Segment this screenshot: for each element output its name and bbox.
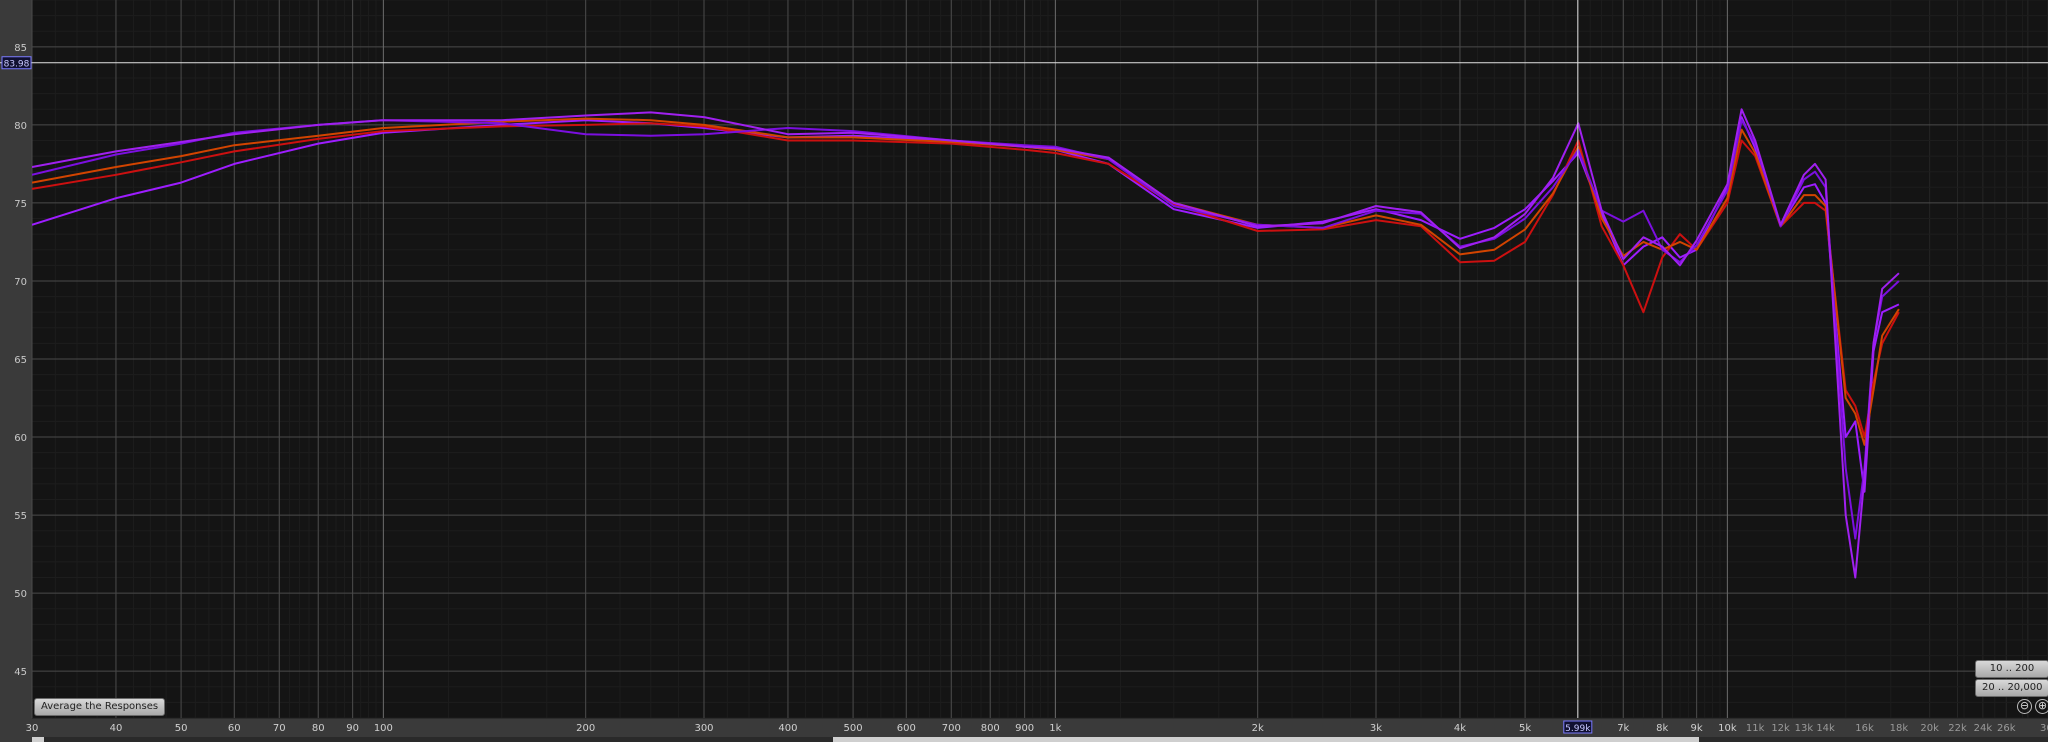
x-tick-label: 18k [1890, 723, 1909, 734]
x-tick-label: 600 [897, 723, 916, 734]
x-tick-label: 300 [694, 723, 713, 734]
x-tick-label: 100 [374, 723, 393, 734]
x-tick-label: 700 [942, 723, 961, 734]
x-tick-label: 9k [1691, 723, 1703, 734]
range-10-200-button[interactable]: 10 .. 200 [1975, 660, 2048, 678]
x-tick-label: 50 [175, 723, 188, 734]
horizontal-scrollbar-thumb[interactable] [833, 737, 1699, 742]
x-tick-label: 70 [273, 723, 286, 734]
x-tick-label: 3k [1370, 723, 1382, 734]
x-tick-label: 4k [1454, 723, 1466, 734]
x-tick-label: 800 [981, 723, 1000, 734]
x-tick-label: 5k [1519, 723, 1531, 734]
x-tick-label: 30, [2040, 723, 2048, 734]
zoom-in-icon[interactable]: ⊕ [2035, 699, 2048, 714]
cursor-y-readout: 83.98 [4, 60, 30, 70]
y-tick-label: 65 [14, 355, 27, 366]
x-tick-label: 400 [778, 723, 797, 734]
x-tick-label: 13k [1795, 723, 1814, 734]
range-20-20000-button[interactable]: 20 .. 20,000 [1975, 679, 2048, 697]
x-tick-label: 12k [1771, 723, 1790, 734]
x-tick-label: 20k [1920, 723, 1939, 734]
y-tick-label: 85 [14, 43, 27, 54]
x-tick-label: 22k [1948, 723, 1967, 734]
x-tick-label: 90 [346, 723, 359, 734]
average-responses-button[interactable]: Average the Responses [34, 698, 166, 716]
zoom-out-icon[interactable]: ⊖ [2017, 699, 2032, 714]
y-tick-label: 50 [14, 589, 27, 600]
x-tick-label: 14k [1816, 723, 1835, 734]
x-tick-label: 30 [26, 723, 39, 734]
x-tick-label: 900 [1015, 723, 1034, 734]
x-tick-label: 11k [1746, 723, 1765, 734]
scrollbar-left-handle[interactable] [32, 737, 44, 742]
y-tick-label: 60 [14, 433, 27, 444]
x-tick-label: 10k [1718, 723, 1737, 734]
frequency-response-chart[interactable]: 45 50 55 60 65 70 75 80 85 30 40 50 60 70 80 90 100 200 30… [0, 0, 2048, 742]
y-tick-label: 70 [14, 277, 27, 288]
y-tick-label: 55 [14, 511, 27, 522]
x-tick-label: 8k [1656, 723, 1668, 734]
x-tick-label: 16k [1855, 723, 1874, 734]
x-tick-label: 40 [110, 723, 123, 734]
x-tick-label: 7k [1617, 723, 1629, 734]
x-tick-label: 1k [1049, 723, 1061, 734]
x-tick-label: 60 [228, 723, 241, 734]
x-tick-label: 500 [844, 723, 863, 734]
x-tick-label: 26k [1997, 723, 2016, 734]
x-tick-label: 80 [312, 723, 325, 734]
x-tick-label: 200 [576, 723, 595, 734]
cursor-x-readout: 5.99k [1565, 724, 1591, 734]
x-tick-label: 2k [1252, 723, 1264, 734]
y-tick-label: 75 [14, 199, 27, 210]
y-tick-label: 45 [14, 667, 27, 678]
y-tick-label: 80 [14, 121, 27, 132]
x-tick-label: 24k [1974, 723, 1993, 734]
